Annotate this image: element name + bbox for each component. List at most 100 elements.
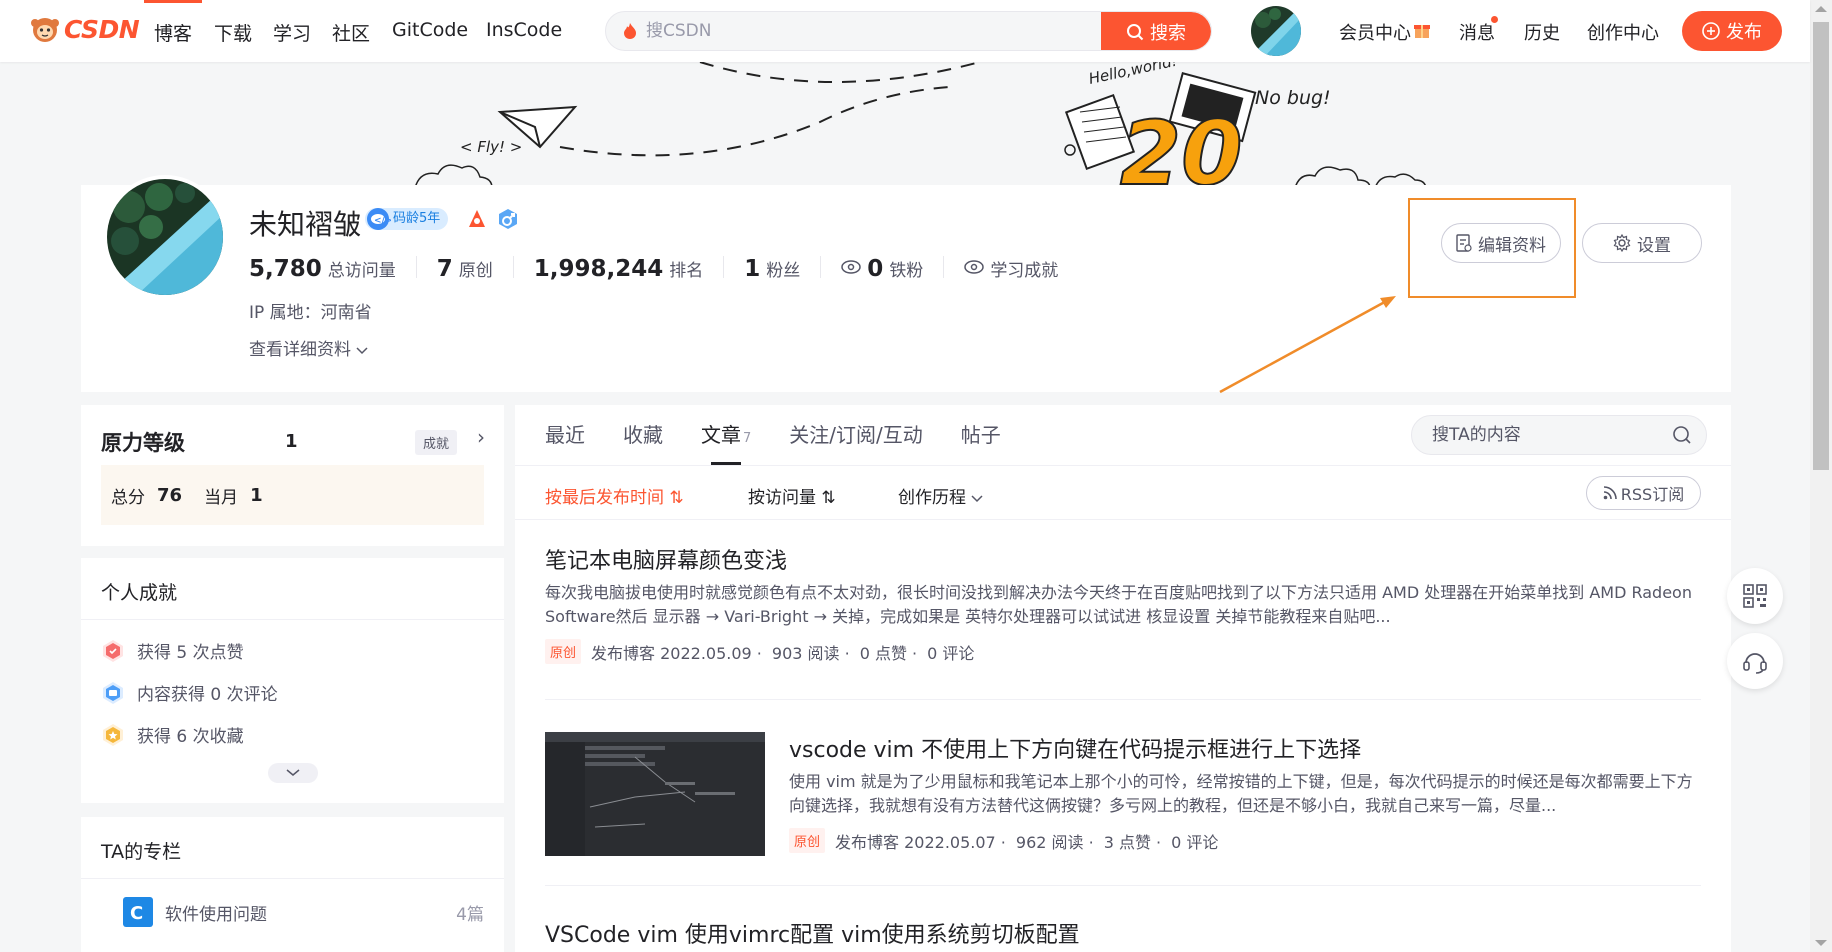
article-date: 发布博客 2022.05.07 · [835,832,1006,852]
blog-expert-icon [469,210,485,227]
article-meta: 原创 发布博客 2022.05.09 · 903 阅读 · 0 点赞 · 0 评… [545,639,1701,664]
creation-history-dropdown[interactable]: 创作历程 [898,483,983,508]
tab-favorites-label: 收藏 [623,423,663,447]
article-item[interactable]: 笔记本电脑屏幕颜色变浅 每次我电脑拔电使用时就感觉颜色有点不太对劲，很长时间没找… [545,543,1701,664]
tab-favorites[interactable]: 收藏 [623,405,663,465]
sort-by-visits[interactable]: 按访问量 ⇅ [748,483,836,508]
stat-iron-fans[interactable]: 0 铁粉 [820,256,943,282]
qrcode-icon [1743,584,1767,608]
csdn-logo[interactable]: CSDN [30,14,140,44]
banner-fly-text: < Fly! > [460,138,522,156]
publish-button-label: 发布 [1726,22,1762,43]
article-meta: 原创 发布博客 2022.05.07 · 962 阅读 · 3 点赞 · 0 评… [789,828,1701,853]
publish-button[interactable]: 发布 [1682,11,1782,51]
nav-blog[interactable]: 博客 [143,0,203,46]
nav-inscode[interactable]: InsCode [486,19,562,41]
month-score-label: 当月 [204,487,239,508]
eye-icon [841,260,862,274]
nav-community[interactable]: 社区 [332,19,370,46]
article-title[interactable]: vscode vim 不使用上下方向键在代码提示框进行上下选择 [789,732,1701,764]
customer-service-button[interactable] [1727,633,1783,689]
profile-avatar[interactable] [103,175,227,299]
achievement-item-comments: 内容获得 0 次评论 [101,680,278,705]
stat-fans-value: 1 [744,256,761,282]
rss-subscribe-button[interactable]: RSS订阅 [1586,476,1701,510]
favorite-badge-icon [103,723,123,746]
qrcode-button[interactable] [1727,568,1783,624]
ta-content-search-input[interactable] [1432,416,1652,454]
force-level-value: 1 [285,431,298,452]
stat-visits-value: 5,780 [249,256,322,282]
banner-20-text: 20 [1120,102,1242,188]
settings-button[interactable]: 设置 [1582,223,1702,263]
tab-follow-subscribe[interactable]: 关注/订阅/互动 [789,405,922,465]
nav-learn[interactable]: 学习 [273,19,311,46]
code-age-label: 码龄5年 [393,211,441,226]
sort-bar: 按最后发布时间 ⇅ 按访问量 ⇅ 创作历程 RSS订阅 [515,465,1731,520]
search-icon[interactable] [1672,425,1692,445]
stat-rank[interactable]: 1,998,244 排名 [512,256,724,281]
code-age-icon: </> [367,208,391,230]
stat-iron-fans-value: 0 [867,256,884,282]
article-item[interactable]: VSCode vim 使用vimrc配置 vim使用系统剪切板配置 [545,917,1701,949]
article-reads: 903 阅读 · [771,643,850,663]
banner-hello-text: Hello,world! [1087,62,1179,88]
article-likes: 3 点赞 · [1103,832,1162,852]
tab-follow-label: 关注/订阅/互动 [789,423,923,447]
stat-fans[interactable]: 1 粉丝 [723,256,820,282]
force-level-title: 原力等级 [101,427,185,457]
achievement-favorites-text: 获得 6 次收藏 [137,727,244,747]
article-title[interactable]: VSCode vim 使用vimrc配置 vim使用系统剪切板配置 [545,917,1701,949]
tab-posts[interactable]: 帖子 [961,405,1001,465]
chevron-right-icon[interactable]: › [477,425,485,449]
column-item[interactable]: C 软件使用问题 4篇 [123,897,484,927]
svg-text:C: C [130,903,143,924]
achievement-tag[interactable]: 成就 [415,430,458,455]
tab-articles-count: 7 [743,431,752,446]
annotation-highlight-box [1408,198,1576,298]
global-search: 搜索 [605,11,1212,51]
scroll-thumb[interactable] [1813,22,1829,470]
search-icon [1127,24,1144,41]
tab-posts-label: 帖子 [960,423,1001,447]
nav-gitcode[interactable]: GitCode [392,19,468,41]
chevron-down-icon [971,495,983,503]
stat-original-label: 原创 [458,261,493,281]
search-button[interactable]: 搜索 [1101,12,1211,50]
tab-articles[interactable]: 文章 7 [701,405,751,465]
article-item[interactable]: vscode vim 不使用上下方向键在代码提示框进行上下选择 使用 vim 就… [545,732,1701,856]
nav-download[interactable]: 下载 [214,19,252,46]
ip-location: IP 属地：河南省 [249,303,372,323]
global-search-input[interactable] [646,12,1066,50]
expand-achievements-button[interactable] [268,763,318,783]
comment-badge-icon [103,681,123,704]
vip-center-link[interactable]: 会员中心 [1339,19,1411,45]
article-title[interactable]: 笔记本电脑屏幕颜色变浅 [545,543,1701,575]
article-date: 发布博客 2022.05.09 · [591,643,762,663]
article-divider [545,699,1701,700]
achievement-likes-text: 获得 5 次点赞 [137,643,244,663]
article-desc: 使用 vim 就是为了少用鼠标和我笔记本上那个小的可怜，经常按错的上下键，但是，… [789,772,1693,815]
messages-link[interactable]: 消息 [1459,19,1495,45]
scroll-up-arrow[interactable] [1815,6,1827,12]
scroll-down-arrow[interactable] [1815,940,1827,946]
rss-label: RSS订阅 [1620,485,1685,504]
sort-by-publish-time[interactable]: 按最后发布时间 ⇅ [545,483,684,508]
article-thumbnail[interactable] [545,732,765,856]
stat-visits[interactable]: 5,780 总访问量 [249,256,416,282]
score-box: 总分 76 当月 1 [101,465,484,525]
top-navbar: CSDN 博客 下载 学习 社区 GitCode InsCode 搜索 会员中心… [0,0,1810,62]
view-details-label: 查看详细资料 [249,340,351,360]
creator-center-link[interactable]: 创作中心 [1587,19,1659,45]
view-details-link[interactable]: 查看详细资料 [249,335,368,360]
stat-original-value: 7 [436,256,453,282]
stat-learning-label: 学习成就 [990,261,1059,281]
article-desc: 每次我电脑拔电使用时就感觉颜色有点不太对劲，很长时间没找到解决办法今天终于在百度… [545,583,1692,626]
page-scrollbar[interactable] [1810,0,1832,952]
tab-recent[interactable]: 最近 [545,405,585,465]
stat-original[interactable]: 7 原创 [415,256,513,282]
stat-learning-achievement[interactable]: 学习成就 [943,256,1078,281]
history-link[interactable]: 历史 [1524,19,1560,45]
user-avatar[interactable] [1251,6,1301,56]
article-divider [545,885,1701,886]
